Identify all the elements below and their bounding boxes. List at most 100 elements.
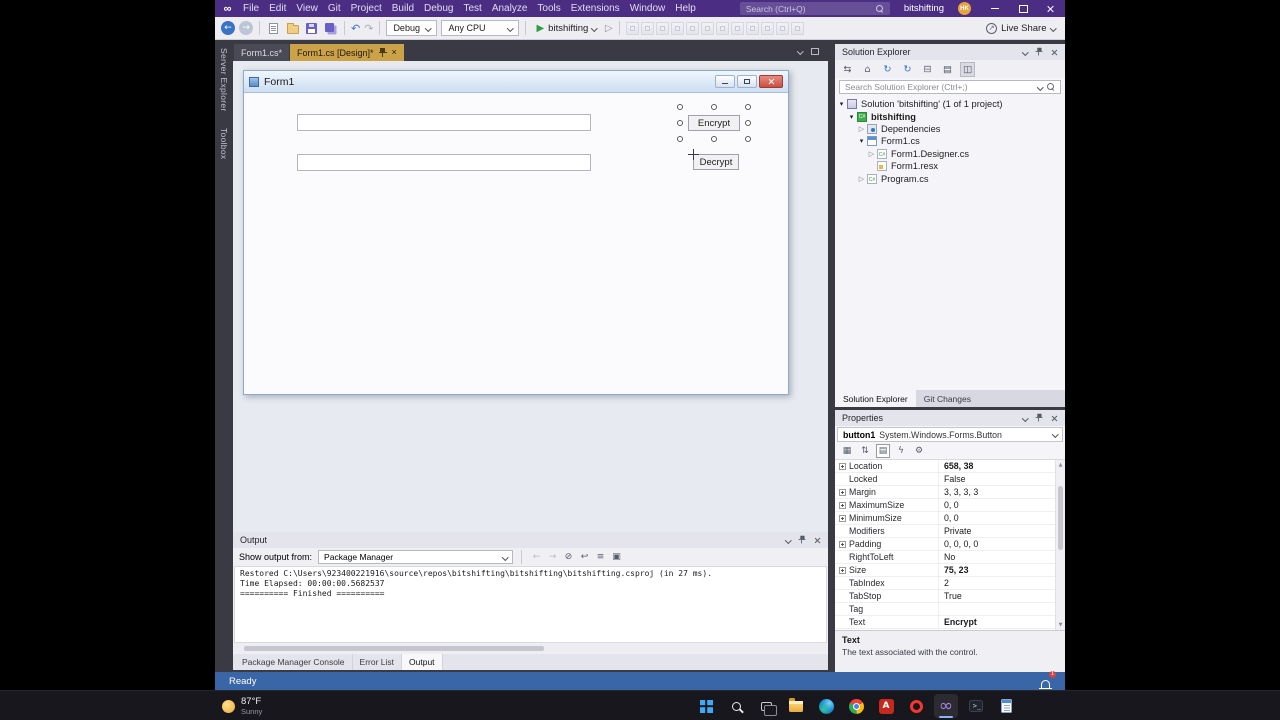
align-rights-icon[interactable] xyxy=(655,21,669,35)
notepad-icon[interactable] xyxy=(994,694,1018,718)
property-value[interactable] xyxy=(939,603,1055,615)
tree-item-bitshifting[interactable]: ▾ bitshifting xyxy=(835,110,1065,122)
scrollbar-thumb[interactable] xyxy=(1058,486,1063,550)
file-explorer-icon[interactable] xyxy=(784,694,808,718)
properties-icon[interactable]: ▤ xyxy=(876,444,890,458)
tree-item-form1-designer-cs[interactable]: ▷ Form1.Designer.cs xyxy=(835,148,1065,160)
form-client-area[interactable]: Encrypt Decrypt xyxy=(244,93,788,394)
clear-all-icon[interactable]: ⊘ xyxy=(562,551,575,564)
close-button[interactable] xyxy=(1037,0,1065,17)
panel-tab-solution-explorer[interactable]: Solution Explorer xyxy=(835,390,916,407)
menu-item-debug[interactable]: Debug xyxy=(419,0,458,17)
decrypt-button[interactable]: Decrypt xyxy=(693,154,739,170)
property-value[interactable]: 3, 3, 3, 3 xyxy=(939,486,1055,498)
properties-icon[interactable]: ▤ xyxy=(940,62,955,77)
pin-icon[interactable] xyxy=(1035,47,1043,57)
close-icon[interactable] xyxy=(1051,415,1058,422)
selection-handle[interactable] xyxy=(745,104,751,110)
preview-selected-items-icon[interactable]: ◫ xyxy=(960,61,975,77)
start-debugging-button[interactable]: ▶ bitshifting xyxy=(532,23,600,34)
new-file-icon[interactable] xyxy=(266,21,281,36)
align-centers-icon[interactable] xyxy=(640,21,654,35)
align-middles-icon[interactable] xyxy=(685,21,699,35)
acrobat-icon[interactable] xyxy=(874,694,898,718)
menu-item-git[interactable]: Git xyxy=(323,0,346,17)
edge-icon[interactable] xyxy=(814,694,838,718)
property-value[interactable]: 658, 38 xyxy=(939,460,1055,472)
scroll-down-icon[interactable]: ▼ xyxy=(1056,622,1065,628)
property-row-maximumsize[interactable]: MaximumSize 0, 0 xyxy=(835,499,1055,512)
output-source-dropdown[interactable]: Package Manager xyxy=(318,550,514,564)
scroll-up-icon[interactable]: ▲ xyxy=(1056,462,1065,468)
expander-icon[interactable]: ▾ xyxy=(837,100,846,108)
chevron-down-icon[interactable] xyxy=(1021,414,1028,422)
tree-item-dependencies[interactable]: ▷ Dependencies xyxy=(835,123,1065,135)
expander-icon[interactable]: ▷ xyxy=(857,175,866,183)
menu-item-test[interactable]: Test xyxy=(458,0,486,17)
toggle-output-icon[interactable]: ▣ xyxy=(610,551,623,564)
property-row-location[interactable]: Location 658, 38 xyxy=(835,460,1055,473)
property-value[interactable]: Encrypt xyxy=(939,616,1055,628)
property-value[interactable]: 0, 0, 0, 0 xyxy=(939,538,1055,550)
chrome-icon[interactable] xyxy=(844,694,868,718)
close-icon[interactable] xyxy=(814,537,821,544)
selection-handle[interactable] xyxy=(677,120,683,126)
next-message-icon[interactable]: → xyxy=(546,551,559,564)
tree-item-form1-resx[interactable]: Form1.resx xyxy=(835,160,1065,172)
selection-handle[interactable] xyxy=(711,104,717,110)
expand-icon[interactable] xyxy=(839,462,846,470)
navigate-back-icon[interactable]: ← xyxy=(221,21,235,35)
menu-item-analyze[interactable]: Analyze xyxy=(487,0,533,17)
selection-handle[interactable] xyxy=(711,136,717,142)
save-all-icon[interactable] xyxy=(323,21,338,36)
object-selector-dropdown[interactable]: button1 System.Windows.Forms.Button xyxy=(837,427,1063,442)
menu-item-project[interactable]: Project xyxy=(346,0,387,17)
textbox1[interactable] xyxy=(297,114,591,131)
messages-list-icon[interactable]: ≡ xyxy=(594,551,607,564)
previous-message-icon[interactable]: ← xyxy=(530,551,543,564)
vertical-spacing-icon[interactable] xyxy=(760,21,774,35)
property-value[interactable]: Private xyxy=(939,525,1055,537)
selection-handle[interactable] xyxy=(677,136,683,142)
chevron-down-icon[interactable] xyxy=(796,48,803,55)
vertical-scrollbar[interactable]: ▲ ▼ xyxy=(1055,460,1065,630)
designed-form[interactable]: Form1 Encrypt Decrypt xyxy=(243,70,789,395)
property-row-size[interactable]: Size 75, 23 xyxy=(835,564,1055,577)
expand-icon[interactable] xyxy=(839,501,846,509)
account-avatar[interactable]: HK xyxy=(958,2,971,15)
navigate-forward-icon[interactable]: → xyxy=(239,21,253,35)
search-icon[interactable] xyxy=(724,694,748,718)
menu-item-view[interactable]: View xyxy=(291,0,323,17)
property-row-locked[interactable]: Locked False xyxy=(835,473,1055,486)
align-lefts-icon[interactable] xyxy=(625,21,639,35)
side-tab-server-explorer[interactable]: Server Explorer xyxy=(219,48,229,112)
property-row-righttoleft[interactable]: RightToLeft No xyxy=(835,551,1055,564)
encrypt-button[interactable]: Encrypt xyxy=(688,115,740,131)
refresh-icon[interactable]: ↻ xyxy=(880,62,895,77)
expander-icon[interactable]: ▷ xyxy=(867,150,876,158)
align-bottoms-icon[interactable] xyxy=(700,21,714,35)
undo-icon[interactable]: ↶ xyxy=(351,22,360,35)
pin-icon[interactable] xyxy=(378,47,387,58)
property-value[interactable]: 2 xyxy=(939,577,1055,589)
window-list-icon[interactable] xyxy=(811,48,819,55)
property-row-padding[interactable]: Padding 0, 0, 0, 0 xyxy=(835,538,1055,551)
doc-tab-form1-cs[interactable]: Form1.cs* xyxy=(234,44,290,61)
horizontal-spacing-icon[interactable] xyxy=(745,21,759,35)
property-row-text[interactable]: Text Encrypt xyxy=(835,616,1055,629)
live-share-button[interactable]: Live Share xyxy=(986,22,1059,34)
tree-item-solution-bitshifting-1-of-1-project[interactable]: ▾ Solution 'bitshifting' (1 of 1 project) xyxy=(835,98,1065,110)
solution-platforms-dropdown[interactable]: Any CPU xyxy=(441,20,520,36)
word-wrap-icon[interactable]: ↩ xyxy=(578,551,591,564)
expand-icon[interactable] xyxy=(839,566,846,574)
selection-handle[interactable] xyxy=(677,104,683,110)
side-tab-toolbox[interactable]: Toolbox xyxy=(219,128,229,159)
sync-icon[interactable]: ↻ xyxy=(900,62,915,77)
property-value[interactable]: No xyxy=(939,551,1055,563)
tree-item-program-cs[interactable]: ▷ Program.cs xyxy=(835,172,1065,184)
save-icon[interactable] xyxy=(304,21,319,36)
expander-icon[interactable]: ▷ xyxy=(857,125,866,133)
panel-tab-package-manager-console[interactable]: Package Manager Console xyxy=(235,654,353,670)
textbox2[interactable] xyxy=(297,154,591,171)
property-value[interactable]: 0, 0 xyxy=(939,499,1055,511)
